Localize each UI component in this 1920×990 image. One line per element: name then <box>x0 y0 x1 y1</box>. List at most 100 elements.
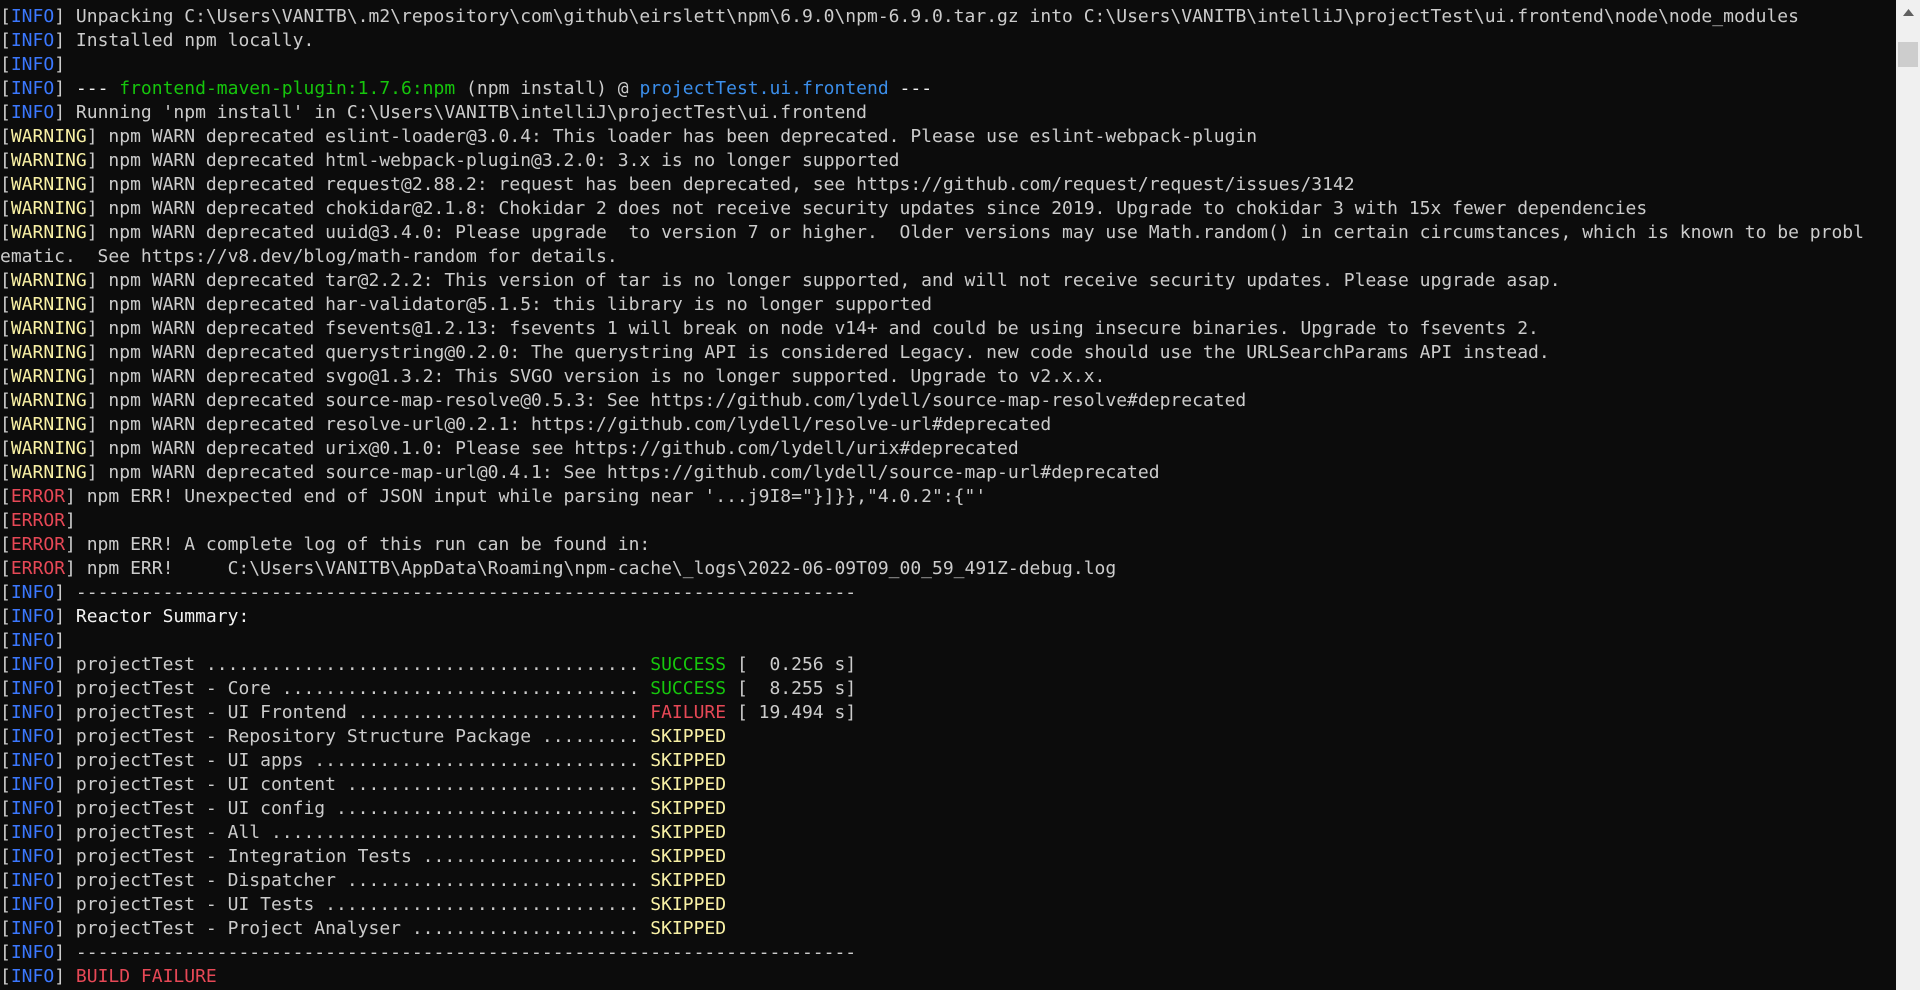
level-bracket: ] <box>86 390 109 411</box>
level-bracket: ] <box>54 966 76 987</box>
level-bracket: [ <box>0 54 11 75</box>
line-text: projectTest - UI content ...............… <box>75 774 651 795</box>
line-text: npm WARN deprecated fsevents@1.2.13: fse… <box>108 318 1539 339</box>
level-bracket: ] <box>86 342 109 363</box>
console-line: [WARNING] npm WARN deprecated eslint-loa… <box>0 125 1896 149</box>
console-line: [WARNING] npm WARN deprecated fsevents@1… <box>0 317 1896 341</box>
level-bracket: ] <box>54 606 76 627</box>
log-level-label: INFO <box>10 582 55 603</box>
level-bracket: ] <box>54 942 76 963</box>
line-text: Running 'npm install' in C:\Users\VANITB… <box>75 102 867 123</box>
console-line: [WARNING] npm WARN deprecated querystrin… <box>0 341 1896 365</box>
log-level-label: WARNING <box>10 270 87 291</box>
level-bracket: [ <box>0 222 11 243</box>
status-text: SKIPPED <box>650 870 727 891</box>
level-bracket: [ <box>0 438 11 459</box>
level-bracket: ] <box>54 678 76 699</box>
console-line: [INFO] projectTest - Dispatcher ........… <box>0 869 1896 893</box>
level-bracket: [ <box>0 126 11 147</box>
level-bracket: ] <box>54 774 76 795</box>
log-level-label: WARNING <box>10 174 87 195</box>
line-text: projectTest - Core .....................… <box>75 678 651 699</box>
line-text: npm WARN deprecated svgo@1.3.2: This SVG… <box>108 366 1106 387</box>
level-bracket: [ <box>0 102 11 123</box>
level-bracket: ] <box>54 6 76 27</box>
level-bracket: ] <box>65 510 76 531</box>
console-line: [WARNING] npm WARN deprecated resolve-ur… <box>0 413 1896 437</box>
console-line: [WARNING] npm WARN deprecated source-map… <box>0 461 1896 485</box>
status-text: SKIPPED <box>650 798 727 819</box>
level-bracket: ] <box>86 462 109 483</box>
console-line: [WARNING] npm WARN deprecated urix@0.1.0… <box>0 437 1896 461</box>
log-level-label: INFO <box>10 798 55 819</box>
level-bracket: [ <box>0 798 11 819</box>
log-level-label: WARNING <box>10 342 87 363</box>
status-text: SKIPPED <box>650 894 727 915</box>
console-line: [INFO] projectTest - UI config .........… <box>0 797 1896 821</box>
level-bracket: ] <box>54 750 76 771</box>
log-level-label: INFO <box>10 78 55 99</box>
level-bracket: [ <box>0 78 11 99</box>
console-line: [INFO] projectTest - Project Analyser ..… <box>0 917 1896 941</box>
level-bracket: [ <box>0 558 11 579</box>
line-text: npm WARN deprecated querystring@0.2.0: T… <box>108 342 1550 363</box>
level-bracket: ] <box>54 78 76 99</box>
status-text: SKIPPED <box>650 846 727 867</box>
console-line: [INFO] projectTest - UI content ........… <box>0 773 1896 797</box>
console-line: [WARNING] npm WARN deprecated har-valida… <box>0 293 1896 317</box>
line-text: projectTest - Project Analyser .........… <box>75 918 651 939</box>
log-level-label: INFO <box>10 702 55 723</box>
level-bracket: ] <box>86 174 109 195</box>
status-text: SKIPPED <box>650 726 727 747</box>
level-bracket: ] <box>54 726 76 747</box>
level-bracket: ] <box>86 414 109 435</box>
level-bracket: ] <box>54 102 76 123</box>
status-text: SKIPPED <box>650 750 727 771</box>
log-level-label: WARNING <box>10 150 87 171</box>
vertical-scrollbar[interactable] <box>1896 0 1920 990</box>
log-level-label: WARNING <box>10 294 87 315</box>
log-level-label: INFO <box>10 918 55 939</box>
line-text: --- <box>888 78 933 99</box>
level-bracket: [ <box>0 702 11 723</box>
log-level-label: INFO <box>10 822 55 843</box>
line-text: projectTest - All ......................… <box>75 822 651 843</box>
console-line: [INFO] <box>0 53 1896 77</box>
line-text: ematic. See https://v8.dev/blog/math-ran… <box>0 246 618 267</box>
line-text: npm WARN deprecated source-map-resolve@0… <box>108 390 1247 411</box>
level-bracket: [ <box>0 606 11 627</box>
scroll-up-button[interactable] <box>1896 0 1920 24</box>
level-bracket: ] <box>54 702 76 723</box>
line-text: projectTest - UI Frontend ..............… <box>75 702 651 723</box>
level-bracket: ] <box>86 150 109 171</box>
console-line: [INFO] projectTest - UI Frontend .......… <box>0 701 1896 725</box>
log-level-label: INFO <box>10 750 55 771</box>
line-text: npm WARN deprecated chokidar@2.1.8: Chok… <box>108 198 1648 219</box>
level-bracket: ] <box>54 846 76 867</box>
log-level-label: ERROR <box>10 558 66 579</box>
level-bracket: [ <box>0 270 11 291</box>
level-bracket: ] <box>86 318 109 339</box>
console-line: [ERROR] npm ERR! C:\Users\VANITB\AppData… <box>0 557 1896 581</box>
line-text: projectTest - Integration Tests ........… <box>75 846 651 867</box>
console-line: [WARNING] npm WARN deprecated request@2.… <box>0 173 1896 197</box>
log-level-label: WARNING <box>10 318 87 339</box>
scrollbar-thumb[interactable] <box>1898 42 1918 67</box>
console-line: [INFO] projectTest - Repository Structur… <box>0 725 1896 749</box>
log-level-label: INFO <box>10 726 55 747</box>
level-bracket: ] <box>86 294 109 315</box>
console-line: [INFO] projectTest .....................… <box>0 653 1896 677</box>
console-line: [INFO] BUILD FAILURE <box>0 965 1896 989</box>
log-level-label: WARNING <box>10 438 87 459</box>
line-text: [ 19.494 s] <box>726 702 857 723</box>
line-text: Reactor Summary: <box>75 606 250 627</box>
level-bracket: [ <box>0 918 11 939</box>
console-line: [INFO] Running 'npm install' in C:\Users… <box>0 101 1896 125</box>
level-bracket: [ <box>0 942 11 963</box>
status-text: FAILURE <box>650 702 727 723</box>
log-level-label: INFO <box>10 846 55 867</box>
level-bracket: ] <box>54 54 66 75</box>
console-output[interactable]: [INFO] Unpacking C:\Users\VANITB\.m2\rep… <box>0 0 1896 990</box>
log-level-label: WARNING <box>10 462 87 483</box>
level-bracket: [ <box>0 870 11 891</box>
